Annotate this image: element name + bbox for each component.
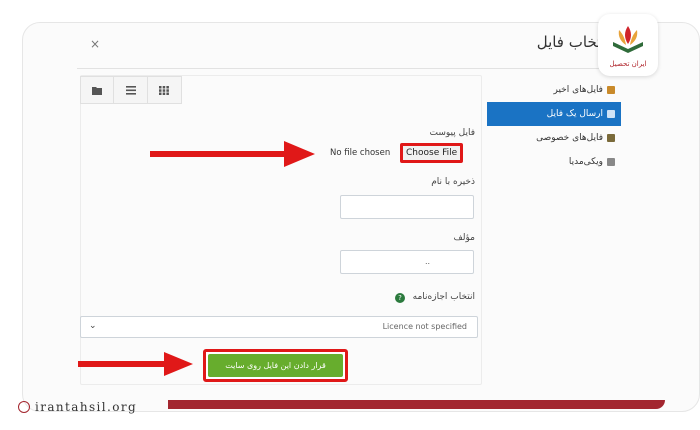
sidebar-item-label: ارسال یک فایل: [546, 109, 603, 119]
site-footer: irantahsil.org: [18, 396, 168, 418]
save-as-label: ذخیره با نام: [431, 177, 475, 187]
brand-bottom-bar: [168, 400, 665, 409]
list-view-button[interactable]: [114, 77, 148, 103]
author-field[interactable]: ..: [340, 250, 474, 274]
sidebar-item-label: ویکی‌مدیا: [568, 157, 603, 167]
folder-icon: [92, 86, 103, 95]
logo-text: ایران تحصیل: [609, 60, 647, 68]
author-value: ..: [425, 257, 431, 266]
help-icon[interactable]: ?: [395, 293, 405, 303]
grid-view-button[interactable]: [148, 77, 181, 103]
choose-file-button[interactable]: Choose File: [400, 143, 464, 163]
author-label: مؤلف: [453, 233, 475, 243]
upload-file-button[interactable]: قرار دادن این فایل روی سایت: [208, 354, 343, 377]
arrow-pointer-icon: [78, 352, 193, 376]
book-logo-icon: [613, 26, 643, 53]
repository-sidebar: فایل‌های اخیر ارسال یک فایل فایل‌های خصو…: [487, 78, 621, 174]
sidebar-item-label: فایل‌های خصوصی: [536, 133, 603, 143]
header-divider: [77, 68, 625, 69]
upload-button-highlight: قرار دادن این فایل روی سایت: [203, 349, 348, 382]
file-picker: No file chosen Choose File: [330, 143, 470, 163]
globe-icon: [18, 401, 30, 413]
license-selected-value: Licence not specified: [382, 322, 467, 331]
content-panel: [80, 75, 482, 385]
view-toolbar: [80, 76, 182, 104]
attachment-label: فایل پیوست: [429, 128, 475, 138]
no-file-text: No file chosen: [330, 148, 391, 158]
arrow-pointer-icon: [150, 141, 315, 167]
sidebar-item-recent[interactable]: فایل‌های اخیر: [487, 78, 621, 102]
sidebar-item-upload[interactable]: ارسال یک فایل: [487, 102, 621, 126]
private-files-icon: [607, 134, 615, 142]
brand-logo: ایران تحصیل: [598, 14, 658, 76]
license-select[interactable]: ⌄ Licence not specified: [80, 316, 478, 338]
folder-view-button[interactable]: [81, 77, 115, 103]
recent-files-icon: [607, 86, 615, 94]
upload-icon: [607, 110, 615, 118]
sidebar-item-wikimedia[interactable]: ویکی‌مدیا: [487, 150, 621, 174]
sidebar-item-label: فایل‌های اخیر: [553, 85, 603, 95]
dialog-title: انتخاب فایل: [536, 33, 610, 51]
wikimedia-icon: [607, 158, 615, 166]
save-as-field[interactable]: [340, 195, 474, 219]
chevron-down-icon: ⌄: [89, 321, 97, 331]
sidebar-item-private[interactable]: فایل‌های خصوصی: [487, 126, 621, 150]
grid-icon: [159, 85, 170, 95]
site-url[interactable]: irantahsil.org: [35, 400, 137, 414]
close-icon[interactable]: ×: [88, 37, 102, 51]
list-icon: [125, 85, 136, 95]
